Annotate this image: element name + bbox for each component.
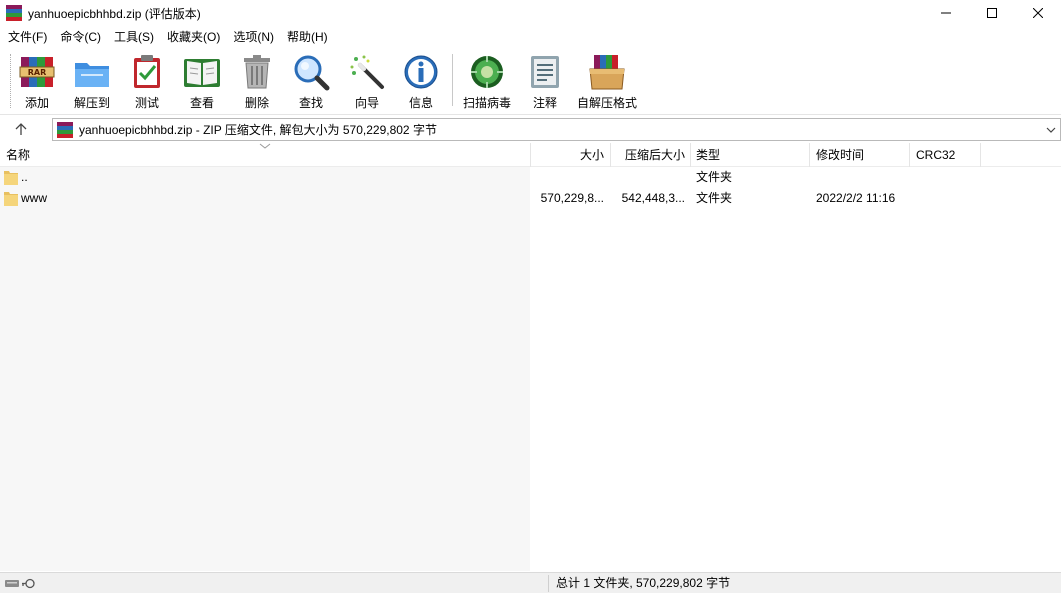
comment-label: 注释 bbox=[532, 96, 557, 110]
column-divider bbox=[690, 143, 691, 167]
menu-help[interactable]: 帮助(H) bbox=[283, 26, 332, 48]
up-folder-button[interactable] bbox=[8, 119, 34, 139]
svg-text:RAR: RAR bbox=[28, 68, 47, 77]
toolbar: RAR 添加 解压到 测试 查看 删除 查找 向导 信息 扫描病毒 注释 自解压… bbox=[0, 48, 1061, 114]
menu-tools[interactable]: 工具(S) bbox=[110, 26, 158, 48]
menu-commands[interactable]: 命令(C) bbox=[56, 26, 105, 48]
test-label: 测试 bbox=[134, 96, 159, 110]
column-header-size[interactable]: 大小 bbox=[531, 143, 604, 167]
column-divider bbox=[909, 143, 910, 167]
folder-icon bbox=[4, 192, 18, 206]
minimize-button[interactable] bbox=[923, 0, 969, 26]
toolbar-grip bbox=[10, 54, 13, 108]
menu-favorites[interactable]: 收藏夹(O) bbox=[163, 26, 224, 48]
folder-extract-icon bbox=[75, 63, 109, 87]
window-title: yanhuoepicbhhbd.zip (评估版本) bbox=[28, 6, 201, 21]
title-bar: yanhuoepicbhhbd.zip (评估版本) bbox=[0, 0, 1061, 26]
item-packed: 542,448,3... bbox=[621, 191, 685, 205]
minimize-icon bbox=[941, 12, 951, 14]
address-bar: yanhuoepicbhhbd.zip - ZIP 压缩文件, 解包大小为 57… bbox=[0, 114, 1061, 142]
info-icon bbox=[404, 55, 438, 89]
menu-bar: 文件(F) 命令(C) 工具(S) 收藏夹(O) 选项(N) 帮助(H) bbox=[0, 26, 1061, 48]
view-button[interactable]: 查看 bbox=[180, 51, 224, 111]
view-label: 查看 bbox=[189, 96, 214, 110]
trash-can-icon bbox=[244, 55, 270, 89]
maximize-icon bbox=[987, 8, 997, 18]
scan-virus-button[interactable]: 扫描病毒 bbox=[462, 51, 512, 111]
status-bar: 总计 1 文件夹, 570,229,802 字节 bbox=[0, 572, 1061, 593]
add-label: 添加 bbox=[24, 96, 49, 110]
item-modified bbox=[816, 167, 908, 188]
address-path: yanhuoepicbhhbd.zip - ZIP 压缩文件, 解包大小为 57… bbox=[79, 123, 437, 137]
sfx-button[interactable]: 自解压格式 bbox=[576, 51, 638, 111]
extract-to-label: 解压到 bbox=[73, 96, 110, 110]
comment-icon bbox=[531, 56, 559, 88]
item-type: 文件夹 bbox=[696, 170, 733, 184]
column-header-crc[interactable]: CRC32 bbox=[916, 143, 955, 167]
item-name: www bbox=[21, 191, 47, 205]
virus-scan-icon bbox=[471, 56, 503, 88]
name-column-background bbox=[0, 167, 530, 571]
delete-button[interactable]: 删除 bbox=[238, 51, 276, 111]
find-button[interactable]: 查找 bbox=[292, 51, 330, 111]
drive-key-icon bbox=[5, 578, 35, 589]
sfx-box-icon bbox=[589, 55, 625, 90]
item-modified: 2022/2/2 11:16 bbox=[816, 191, 896, 205]
scan-virus-label: 扫描病毒 bbox=[462, 96, 511, 110]
list-item[interactable]: www 570,229,8... 542,448,3... 文件夹 2022/2… bbox=[0, 188, 1061, 209]
close-button[interactable] bbox=[1015, 0, 1061, 26]
info-label: 信息 bbox=[408, 96, 433, 110]
address-dropdown[interactable] bbox=[1044, 122, 1058, 138]
info-button[interactable]: 信息 bbox=[402, 51, 440, 111]
address-field[interactable]: yanhuoepicbhhbd.zip - ZIP 压缩文件, 解包大小为 57… bbox=[52, 118, 1061, 141]
column-header-type[interactable]: 类型 bbox=[696, 143, 720, 167]
clipboard-check-icon bbox=[134, 55, 160, 88]
magnifier-icon bbox=[294, 55, 330, 91]
file-list: .. 文件夹 www 570,229,8... 542,448,3... 文件夹… bbox=[0, 167, 1061, 571]
sort-indicator-icon bbox=[259, 143, 271, 149]
magic-wand-icon bbox=[350, 55, 384, 89]
sfx-label: 自解压格式 bbox=[576, 96, 637, 110]
column-header-name[interactable]: 名称 bbox=[6, 143, 30, 167]
status-divider bbox=[548, 575, 549, 592]
folder-icon bbox=[4, 171, 18, 185]
column-divider bbox=[809, 143, 810, 167]
find-label: 查找 bbox=[298, 96, 323, 110]
column-header-packed[interactable]: 压缩后大小 bbox=[611, 143, 685, 167]
chevron-down-icon bbox=[1046, 127, 1056, 133]
item-packed bbox=[611, 167, 685, 188]
item-type: 文件夹 bbox=[696, 191, 733, 205]
open-book-icon bbox=[184, 59, 220, 87]
add-button[interactable]: RAR 添加 bbox=[18, 51, 56, 111]
item-crc bbox=[916, 167, 980, 188]
item-size bbox=[531, 167, 604, 188]
item-name: .. bbox=[21, 170, 28, 184]
menu-file[interactable]: 文件(F) bbox=[4, 26, 51, 48]
test-button[interactable]: 测试 bbox=[128, 51, 166, 111]
rar-books-icon: RAR bbox=[19, 57, 55, 87]
column-divider bbox=[980, 143, 981, 167]
arrow-up-icon bbox=[15, 123, 27, 135]
delete-label: 删除 bbox=[244, 96, 269, 110]
item-crc bbox=[916, 188, 980, 209]
list-header: 名称 大小 压缩后大小 类型 修改时间 CRC32 bbox=[0, 143, 1061, 167]
wizard-button[interactable]: 向导 bbox=[348, 51, 386, 111]
status-summary: 总计 1 文件夹, 570,229,802 字节 bbox=[556, 576, 731, 590]
extract-to-button[interactable]: 解压到 bbox=[70, 51, 114, 111]
close-icon bbox=[1033, 8, 1043, 18]
wizard-label: 向导 bbox=[354, 96, 379, 110]
list-item[interactable]: .. 文件夹 bbox=[0, 167, 1061, 188]
menu-options[interactable]: 选项(N) bbox=[229, 26, 278, 48]
zip-archive-icon bbox=[57, 121, 73, 138]
winrar-app-icon bbox=[6, 5, 22, 21]
maximize-button[interactable] bbox=[969, 0, 1015, 26]
comment-button[interactable]: 注释 bbox=[526, 51, 564, 111]
item-size: 570,229,8... bbox=[540, 191, 604, 205]
column-header-modified[interactable]: 修改时间 bbox=[816, 143, 864, 167]
toolbar-separator bbox=[452, 54, 453, 106]
